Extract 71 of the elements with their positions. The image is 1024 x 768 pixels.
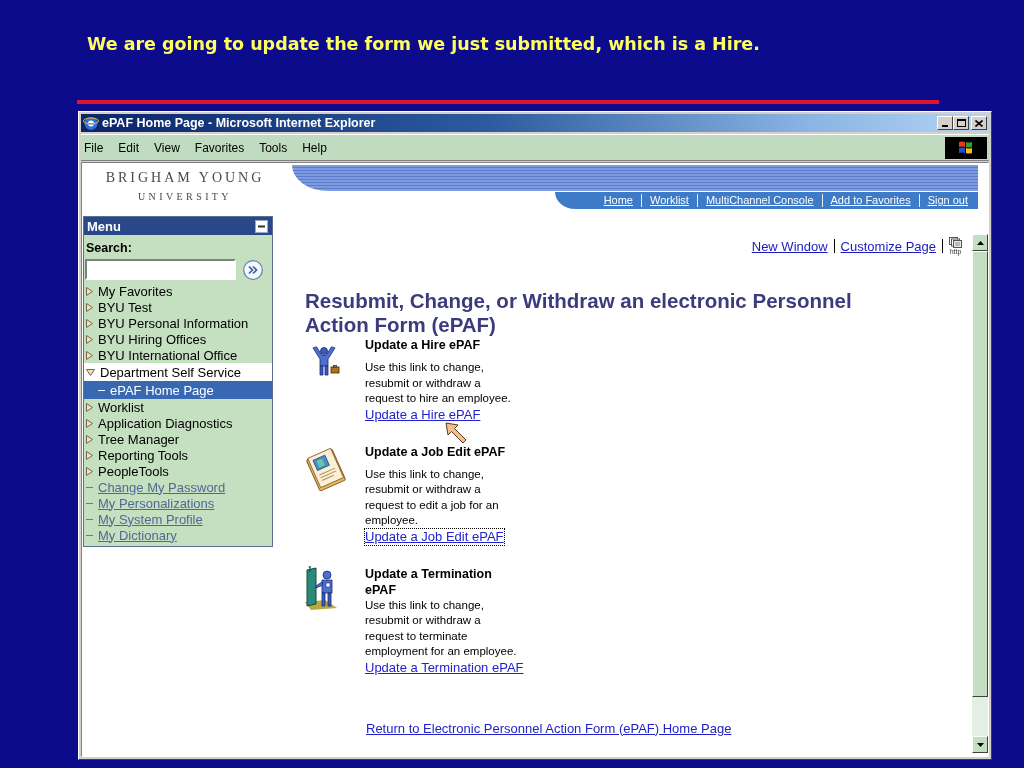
sidebar-title: Menu bbox=[87, 218, 121, 234]
nav-link[interactable]: Sign out bbox=[918, 194, 976, 207]
action-title: Update a Job Edit ePAF bbox=[365, 443, 506, 461]
menu-item[interactable]: My Favorites bbox=[84, 283, 272, 299]
menu-item[interactable]: Worklist bbox=[84, 399, 272, 415]
dash-icon bbox=[86, 502, 93, 504]
dash-icon bbox=[98, 389, 105, 391]
dash-icon bbox=[86, 534, 93, 536]
menu-item[interactable]: BYU International Office bbox=[84, 347, 272, 363]
browser-logo-icon bbox=[83, 115, 99, 131]
stacked-pages-icon bbox=[949, 237, 962, 248]
menu-item[interactable]: BYU Test bbox=[84, 299, 272, 315]
top-link[interactable]: Customize Page bbox=[840, 238, 936, 254]
menu-link[interactable]: My Dictionary bbox=[84, 527, 272, 543]
triangle-down-icon bbox=[86, 368, 95, 376]
minimize-icon bbox=[942, 125, 948, 127]
action-title: Update a Hire ePAF bbox=[365, 337, 481, 354]
person-at-door-icon bbox=[305, 565, 337, 610]
nav-link[interactable]: Add to Favorites bbox=[821, 194, 919, 207]
nav-link[interactable]: Worklist bbox=[641, 194, 697, 207]
double-chevron-icon[interactable] bbox=[243, 259, 263, 280]
action-description: Use this link to change, resubmit or withdraw a request to edit a job for an employee. bbox=[365, 466, 500, 528]
menu-bar-item[interactable]: Favorites bbox=[191, 138, 248, 157]
window-title: ePAF Home Page - Microsoft Internet Explorer bbox=[102, 116, 376, 130]
action-title: Update a Termination ePAF bbox=[365, 565, 493, 598]
action-link[interactable]: Update a Termination ePAF bbox=[365, 659, 524, 676]
page-heading: Resubmit, Change, or Withdraw an electronic Personnel Action Form (ePAF) bbox=[305, 289, 853, 337]
menu-item[interactable]: PeopleTools bbox=[84, 463, 272, 479]
menu-item[interactable]: BYU Hiring Offices bbox=[84, 331, 272, 347]
menu-item[interactable]: Application Diagnostics bbox=[84, 415, 272, 431]
flag-logo-icon bbox=[945, 136, 987, 159]
person-arms-raised-icon bbox=[312, 346, 342, 376]
close-icon bbox=[975, 119, 983, 127]
search-field[interactable] bbox=[85, 259, 236, 280]
top-link[interactable]: New Window bbox=[751, 238, 828, 254]
maximize-icon bbox=[956, 119, 966, 127]
menu-bar-item[interactable]: View bbox=[151, 138, 183, 157]
dash-icon bbox=[86, 518, 93, 520]
maximize-button[interactable] bbox=[953, 116, 969, 130]
action-link[interactable]: Update a Hire ePAF bbox=[365, 406, 481, 423]
close-button[interactable] bbox=[971, 116, 987, 130]
nav-link[interactable]: MultiChannel Console bbox=[696, 194, 822, 207]
scroll-up-button[interactable] bbox=[972, 234, 988, 251]
minimize-button[interactable] bbox=[937, 116, 953, 130]
scroll-down-button[interactable] bbox=[972, 736, 988, 753]
menu-link[interactable]: My System Profile bbox=[84, 511, 272, 527]
action-description: Use this link to change, resubmit or withdraw a request to hire an employee. bbox=[365, 360, 512, 406]
search-label: Search: bbox=[86, 241, 133, 255]
menu-link[interactable]: Change My Password bbox=[84, 479, 272, 495]
menu-bar-item[interactable]: File bbox=[81, 138, 107, 157]
slide-caption: We are going to update the form we just submitted, which is a Hire. bbox=[87, 34, 760, 54]
menu-bar-item[interactable]: Help bbox=[299, 138, 330, 157]
minimize-icon[interactable] bbox=[255, 219, 268, 233]
menu-item[interactable]: Tree Manager bbox=[84, 431, 272, 447]
action-link[interactable]: Update a Job Edit ePAF bbox=[365, 528, 504, 545]
menu-item[interactable]: Reporting Tools bbox=[84, 447, 272, 463]
triangle-down-icon bbox=[976, 742, 984, 747]
menu-bar-item[interactable]: Edit bbox=[115, 138, 143, 157]
menu-link[interactable]: My Personalizations bbox=[84, 495, 272, 511]
menu-item[interactable]: Department Self Service bbox=[84, 363, 272, 381]
menu-bar-item[interactable]: Tools bbox=[256, 138, 291, 157]
return-link[interactable]: Return to Electronic Personnel Action Form (ePAF) Home Page bbox=[366, 720, 732, 737]
logo-wordmark: BRIGHAM YOUNG bbox=[105, 170, 265, 186]
triangle-up-icon bbox=[976, 240, 984, 245]
nav-link[interactable]: Home bbox=[595, 194, 641, 207]
action-description: Use this link to change, resubmit or withdraw a request to terminate employment for an employee. bbox=[365, 597, 517, 659]
dash-icon bbox=[86, 486, 93, 488]
menu-item[interactable]: BYU Personal Information bbox=[84, 315, 272, 331]
logo-subtitle: UNIVERSITY bbox=[138, 191, 232, 203]
menu-item[interactable]: ePAF Home Page bbox=[84, 381, 272, 399]
arrow-cursor-icon bbox=[445, 422, 467, 444]
